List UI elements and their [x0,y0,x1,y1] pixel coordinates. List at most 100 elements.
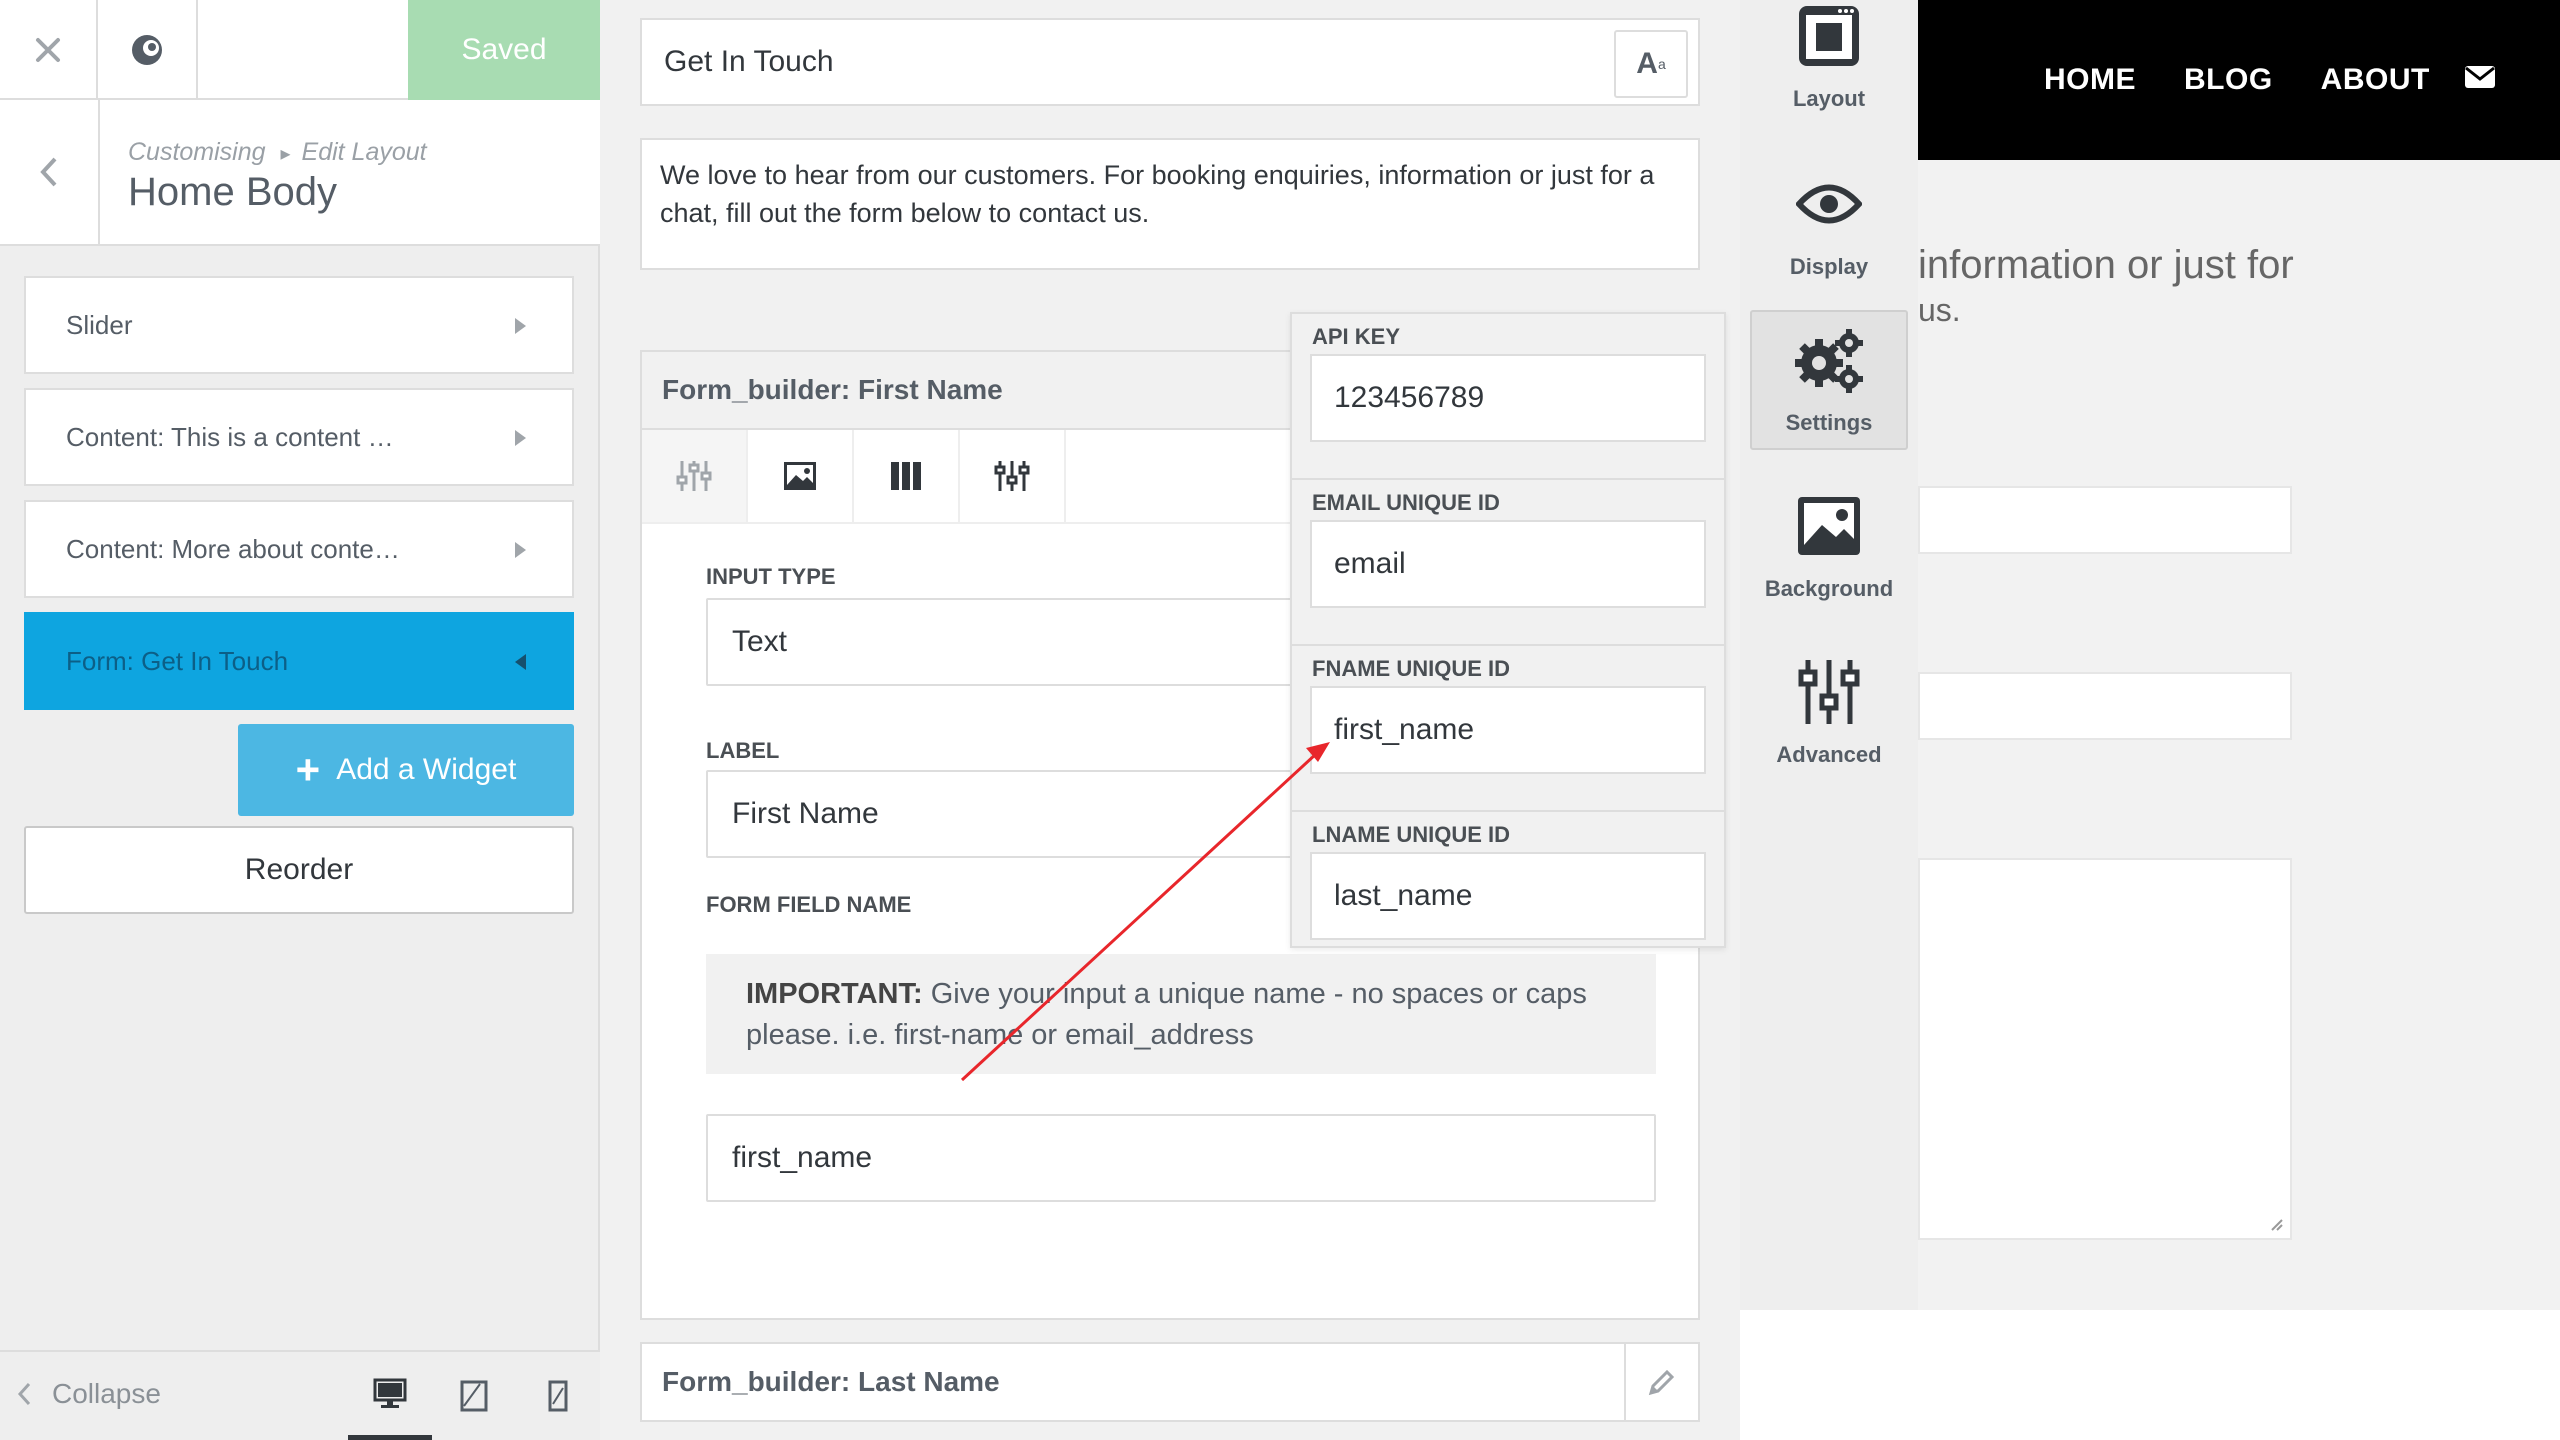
theme-logo-icon [132,35,162,65]
preview-tablet-button[interactable] [432,1352,516,1440]
close-button[interactable] [0,0,98,100]
saved-button[interactable]: Saved [408,0,600,100]
widget-item-label: Content: This is a content … [66,421,394,452]
preview-input-1[interactable] [1918,486,2292,554]
form-builder-header: Form_builder: Last Name [662,1366,1000,1397]
widget-title-input[interactable]: Get In Touch Aa [640,18,1700,106]
chevron-left-icon [40,157,57,187]
back-button[interactable] [0,100,100,244]
collapse-label: Collapse [52,1378,161,1409]
form-field-name-value: first_name [732,1141,873,1174]
resize-grip-icon[interactable] [2268,1216,2284,1232]
form-field-name-input[interactable]: first_name [706,1114,1656,1202]
envelope-icon[interactable] [2464,64,2496,90]
api-key-input[interactable]: 123456789 [1310,354,1706,442]
email-id-label: EMAIL UNIQUE ID [1312,490,1500,515]
important-bold: IMPORTANT: [746,978,923,1010]
breadcrumb: Customising ▸ Edit Layout [128,138,427,167]
fname-id-label: FNAME UNIQUE ID [1312,656,1510,681]
api-key-label: API KEY [1312,324,1401,349]
expand-arrow-icon [515,430,526,446]
nav-blog-link[interactable]: BLOG [2184,63,2273,97]
preview-desktop-button[interactable] [348,1352,432,1440]
layout-icon [1789,0,1869,76]
tab-columns[interactable] [854,430,960,522]
tab-image[interactable] [748,430,854,522]
input-type-value: Text [732,625,788,658]
widget-item-content-1[interactable]: Content: This is a content … [24,388,574,486]
expand-arrow-icon [515,318,526,334]
form-field-name-label: FORM FIELD NAME [706,892,912,917]
widget-item-content-2[interactable]: Content: More about conte… [24,500,574,598]
page-title: Home Body [128,170,337,214]
collapse-button[interactable]: Collapse [16,1378,161,1410]
columns-icon [891,462,921,490]
font-icon-sup: a [1657,56,1666,72]
sliders-icon [994,461,1030,491]
preview-text-line: us. [1918,292,1961,328]
settings-overlay: API KEY 123456789 EMAIL UNIQUE ID email … [1290,312,1726,948]
tab-advanced[interactable] [960,430,1066,522]
fname-id-group: FNAME UNIQUE ID first_name [1292,646,1724,812]
label-input-value: First Name [732,797,879,830]
email-id-group: EMAIL UNIQUE ID email [1292,480,1724,646]
preview-text-line: information or just for [1918,243,2294,287]
sidebar-top-bar: Saved [0,0,600,100]
tab-label: Layout [1792,86,1866,111]
nav-home-link[interactable]: HOME [2044,63,2136,97]
api-key-value: 123456789 [1334,381,1485,414]
widget-item-label: Content: More about conte… [66,533,400,564]
site-nav-bar: HOME BLOG ABOUT [1918,0,2560,160]
nav-about-link[interactable]: ABOUT [2321,63,2430,97]
widget-item-slider[interactable]: Slider [24,276,574,374]
sliders-icon [1789,652,1869,732]
sidebar-footer: Collapse [0,1350,600,1440]
intro-textarea[interactable]: We love to hear from our customers. For … [640,138,1700,270]
reorder-button[interactable]: Reorder [24,826,574,914]
email-id-input[interactable]: email [1310,520,1706,608]
close-icon [36,38,60,62]
lname-id-input[interactable]: last_name [1310,852,1706,940]
label-field-label: LABEL [706,738,780,763]
fname-id-value: first_name [1334,713,1475,746]
pencil-icon [1648,1369,1675,1396]
add-widget-button[interactable]: + Add a Widget [238,724,574,816]
gears-icon [1789,320,1869,400]
collapse-arrow-icon [515,654,526,670]
eye-icon [1789,164,1869,244]
tab-label: Display [1789,254,1869,279]
widget-item-label: Form: Get In Touch [66,645,289,676]
font-settings-button[interactable]: Aa [1614,30,1688,98]
widget-item-form-get-in-touch[interactable]: Form: Get In Touch [24,612,574,710]
preview-intro-text: information or just for us. [1918,234,2518,328]
tab-display[interactable]: Display [1750,156,1908,296]
lname-id-label: LNAME UNIQUE ID [1312,822,1510,847]
image-icon [784,462,816,490]
form-builder-last-name[interactable]: Form_builder: Last Name [640,1342,1700,1422]
tab-label: Advanced [1776,742,1882,767]
tab-background[interactable]: Background [1750,478,1908,618]
email-id-value: email [1334,547,1406,580]
fname-id-input[interactable]: first_name [1310,686,1706,774]
expand-arrow-icon [515,542,526,558]
preview-input-2[interactable] [1918,672,2292,740]
widget-style-tabs: Layout Display Settings Background Advan… [1740,0,1918,1310]
breadcrumb-current: Edit Layout [301,138,427,166]
theme-logo-button[interactable] [98,0,198,100]
chevron-left-icon [17,1382,31,1406]
tab-settings-sliders[interactable] [642,430,748,522]
tab-label: Settings [1785,410,1873,435]
api-key-group: API KEY 123456789 [1292,314,1724,480]
sliders-icon [676,461,712,491]
tab-layout[interactable]: Layout [1750,0,1908,128]
add-widget-label: Add a Widget [336,753,517,786]
preview-mobile-button[interactable] [516,1352,600,1440]
tab-settings[interactable]: Settings [1750,310,1908,450]
widget-title-value: Get In Touch [664,45,834,78]
lname-id-value: last_name [1334,879,1473,912]
font-icon: A [1636,47,1658,80]
edit-button[interactable] [1624,1344,1698,1420]
input-type-label: INPUT TYPE [706,564,836,589]
tab-advanced-style[interactable]: Advanced [1750,644,1908,784]
preview-textarea[interactable] [1918,858,2292,1240]
